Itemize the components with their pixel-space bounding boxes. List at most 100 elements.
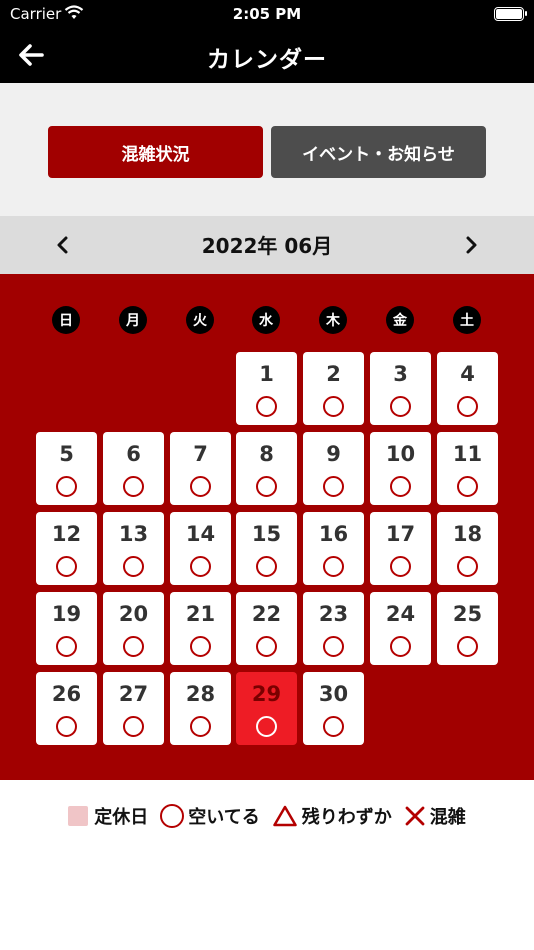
circle-icon (390, 476, 411, 497)
day-cell[interactable]: 7 (170, 432, 231, 505)
circle-icon (457, 556, 478, 577)
day-number: 23 (318, 602, 349, 626)
day-cell[interactable]: 19 (36, 592, 97, 665)
day-cell[interactable]: 16 (303, 512, 364, 585)
day-number: 11 (452, 442, 483, 466)
day-cell[interactable]: 23 (303, 592, 364, 665)
legend-available-label: 空いてる (188, 807, 260, 828)
chevron-right-icon[interactable] (456, 230, 486, 260)
day-cell[interactable]: 11 (437, 432, 498, 505)
day-cell[interactable]: 24 (370, 592, 431, 665)
circle-icon (190, 716, 211, 737)
circle-icon (123, 556, 144, 577)
circle-icon (323, 476, 344, 497)
day-cell[interactable]: 14 (170, 512, 231, 585)
circle-icon (123, 476, 144, 497)
day-number: 3 (393, 362, 408, 386)
day-cell[interactable]: 8 (236, 432, 297, 505)
circle-icon (256, 636, 277, 657)
legend-few-left-label: 残りわずか (301, 807, 392, 828)
day-cell[interactable]: 12 (36, 512, 97, 585)
triangle-icon (272, 805, 297, 827)
day-cell[interactable]: 18 (437, 512, 498, 585)
day-cell[interactable]: 29 (236, 672, 297, 745)
legend-closed: 定休日 (68, 803, 148, 829)
weekday-sat: 土 (453, 306, 481, 334)
circle-icon (390, 636, 411, 657)
day-cell[interactable]: 5 (36, 432, 97, 505)
day-cell[interactable]: 22 (236, 592, 297, 665)
circle-icon (390, 396, 411, 417)
day-number: 9 (326, 442, 341, 466)
day-number: 26 (51, 682, 82, 706)
day-number: 29 (251, 682, 282, 706)
day-cell[interactable]: 25 (437, 592, 498, 665)
legend-available: 空いてる (160, 803, 260, 829)
circle-icon (457, 476, 478, 497)
tab-congestion[interactable]: 混雑状況 (48, 126, 263, 178)
day-number: 12 (51, 522, 82, 546)
day-cell[interactable]: 10 (370, 432, 431, 505)
navigation-bar: カレンダー (0, 28, 534, 83)
day-number: 2 (326, 362, 341, 386)
weekday-sun: 日 (52, 306, 80, 334)
circle-icon (160, 804, 185, 828)
day-number: 28 (185, 682, 216, 706)
day-cell[interactable]: 3 (370, 352, 431, 425)
day-cell[interactable]: 30 (303, 672, 364, 745)
circle-icon (323, 716, 344, 737)
clock: 2:05 PM (232, 5, 302, 23)
day-number: 5 (59, 442, 74, 466)
battery-icon (494, 7, 527, 21)
month-label: 2022年 06月 (201, 234, 333, 258)
page-title: カレンダー (207, 47, 327, 73)
day-cell[interactable]: 1 (236, 352, 297, 425)
day-cell[interactable]: 9 (303, 432, 364, 505)
circle-icon (256, 476, 277, 497)
day-cell[interactable]: 15 (236, 512, 297, 585)
day-number: 20 (118, 602, 149, 626)
day-cell[interactable]: 21 (170, 592, 231, 665)
day-number: 1 (259, 362, 274, 386)
day-cell[interactable]: 17 (370, 512, 431, 585)
day-cell[interactable]: 28 (170, 672, 231, 745)
circle-icon (56, 476, 77, 497)
day-cell[interactable]: 2 (303, 352, 364, 425)
circle-icon (56, 716, 77, 737)
legend-crowded: 混雑 (404, 803, 466, 829)
circle-icon (323, 636, 344, 657)
cross-icon (405, 806, 425, 826)
day-number: 18 (452, 522, 483, 546)
circle-icon (390, 556, 411, 577)
circle-icon (256, 716, 277, 737)
day-number: 24 (385, 602, 416, 626)
day-cell[interactable]: 27 (103, 672, 164, 745)
weekday-fri: 金 (386, 306, 414, 334)
circle-icon (56, 636, 77, 657)
tab-events-news[interactable]: イベント・お知らせ (271, 126, 486, 178)
day-cell[interactable]: 13 (103, 512, 164, 585)
day-number: 15 (251, 522, 282, 546)
day-cell[interactable]: 6 (103, 432, 164, 505)
circle-icon (190, 476, 211, 497)
weekday-wed: 水 (252, 306, 280, 334)
circle-icon (56, 556, 77, 577)
circle-icon (256, 556, 277, 577)
day-number: 14 (185, 522, 216, 546)
circle-icon (323, 556, 344, 577)
day-number: 16 (318, 522, 349, 546)
circle-icon (457, 396, 478, 417)
circle-icon (190, 556, 211, 577)
circle-icon (123, 636, 144, 657)
weekday-thu: 木 (319, 306, 347, 334)
legend-closed-label: 定休日 (94, 807, 149, 828)
day-number: 13 (118, 522, 149, 546)
day-cell[interactable]: 20 (103, 592, 164, 665)
tab-area: 混雑状況 イベント・お知らせ (0, 83, 534, 216)
day-number: 7 (193, 442, 208, 466)
circle-icon (323, 396, 344, 417)
day-number: 25 (452, 602, 483, 626)
day-cell[interactable]: 4 (437, 352, 498, 425)
day-cell[interactable]: 26 (36, 672, 97, 745)
day-number: 6 (126, 442, 141, 466)
